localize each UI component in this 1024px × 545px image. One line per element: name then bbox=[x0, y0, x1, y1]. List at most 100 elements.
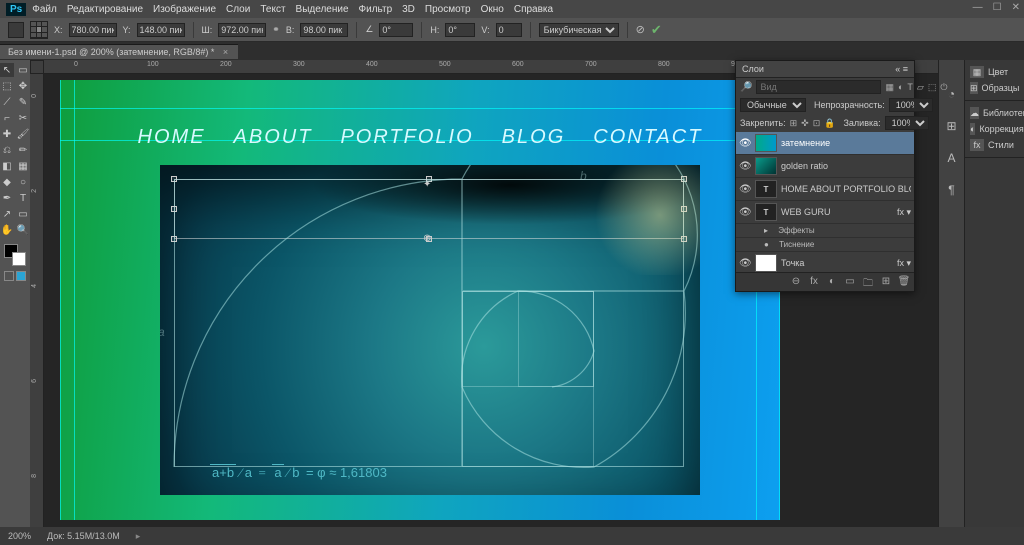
type-tool[interactable]: T bbox=[16, 191, 30, 205]
frame-tool[interactable]: ⌐ bbox=[0, 111, 14, 125]
lock-pixels-icon[interactable]: ⊞ bbox=[790, 117, 798, 130]
layer-mask-icon[interactable]: ◐ bbox=[825, 276, 839, 288]
layer-thumbnail[interactable] bbox=[755, 157, 777, 175]
menu-text[interactable]: Текст bbox=[260, 4, 285, 15]
properties-icon[interactable]: ⊞ bbox=[943, 118, 961, 134]
layer-row[interactable]: 👁 T WEB GURU fx ▾ bbox=[736, 201, 914, 224]
screen-mode[interactable] bbox=[3, 270, 27, 282]
link-wh-icon[interactable]: ⚭ bbox=[272, 24, 280, 35]
menu-help[interactable]: Справка bbox=[514, 4, 553, 15]
slice-tool[interactable]: ✂ bbox=[16, 111, 30, 125]
status-menu-icon[interactable]: ▸ bbox=[136, 531, 141, 542]
new-fill-icon[interactable]: ▭ bbox=[843, 276, 857, 288]
document-tab[interactable]: Без имени-1.psd @ 200% (затемнение, RGB/… bbox=[0, 44, 238, 59]
libraries-panel[interactable]: ☁Библиотеки bbox=[967, 105, 1022, 121]
close-tab-icon[interactable]: × bbox=[223, 47, 228, 57]
lasso-tool[interactable]: ✥ bbox=[16, 79, 30, 93]
menu-file[interactable]: Файл bbox=[32, 4, 57, 15]
color-swatch[interactable] bbox=[4, 244, 26, 266]
menu-window[interactable]: Окно bbox=[481, 4, 504, 15]
eraser-tool[interactable]: ◧ bbox=[0, 159, 14, 173]
panel-collapse-icon[interactable]: « bbox=[895, 64, 900, 74]
angle-field[interactable] bbox=[379, 23, 413, 37]
dodge-tool[interactable]: ○ bbox=[16, 175, 30, 189]
menu-filter[interactable]: Фильтр bbox=[359, 4, 393, 15]
lock-artboard-icon[interactable]: ⊡ bbox=[813, 117, 821, 130]
styles-panel[interactable]: fxСтили bbox=[967, 137, 1022, 153]
artboard-tool[interactable]: ▭ bbox=[16, 63, 30, 77]
layer-name[interactable]: golden ratio bbox=[781, 161, 911, 171]
gradient-tool[interactable]: ▦ bbox=[16, 159, 30, 173]
visibility-icon[interactable]: 👁 bbox=[739, 161, 751, 172]
layer-thumbnail[interactable]: T bbox=[755, 180, 777, 198]
color-panel[interactable]: ▦Цвет bbox=[967, 64, 1022, 80]
h-field[interactable] bbox=[300, 23, 348, 37]
menu-edit[interactable]: Редактирование bbox=[67, 4, 143, 15]
layer-fx-icon[interactable]: fx bbox=[807, 276, 821, 288]
window-minimize-icon[interactable]: — bbox=[973, 2, 983, 13]
blend-mode-select[interactable]: Обычные bbox=[740, 98, 806, 112]
menu-view[interactable]: Просмотр bbox=[425, 4, 471, 15]
layer-thumbnail[interactable]: T bbox=[755, 203, 777, 221]
layers-panel-title[interactable]: Слои bbox=[742, 64, 764, 74]
effect-visibility-icon[interactable]: ● bbox=[764, 240, 769, 249]
visibility-icon[interactable]: 👁 bbox=[739, 258, 751, 269]
reference-point-selector[interactable] bbox=[30, 21, 48, 39]
layer-row[interactable]: 👁 golden ratio bbox=[736, 155, 914, 178]
visibility-icon[interactable]: 👁 bbox=[739, 138, 751, 149]
layer-fx-badge[interactable]: fx ▾ bbox=[897, 258, 911, 269]
new-group-icon[interactable]: 🗀 bbox=[861, 276, 875, 288]
layer-effects-row[interactable]: ▸ Эффекты bbox=[736, 224, 914, 238]
filter-smart-icon[interactable]: ⬚ bbox=[928, 81, 937, 94]
layer-name[interactable]: HOME ABOUT PORTFOLIO BLOG CONTACT bbox=[781, 184, 911, 194]
filter-type-icon[interactable]: T bbox=[907, 81, 913, 94]
skew-h-field[interactable] bbox=[445, 23, 475, 37]
layer-name[interactable]: затемнение bbox=[781, 138, 911, 148]
opacity-select[interactable]: 100% bbox=[889, 98, 933, 112]
crop-tool[interactable]: ⟋ bbox=[0, 95, 14, 109]
history-brush-tool[interactable]: ✏ bbox=[16, 143, 30, 157]
lock-all-icon[interactable]: 🔒 bbox=[824, 117, 835, 130]
menu-layers[interactable]: Слои bbox=[226, 4, 250, 15]
visibility-icon[interactable]: 👁 bbox=[739, 207, 751, 218]
ruler-origin[interactable] bbox=[30, 60, 44, 74]
move-tool[interactable]: ↖ bbox=[0, 63, 14, 77]
x-field[interactable] bbox=[69, 23, 117, 37]
skew-v-field[interactable] bbox=[496, 23, 522, 37]
adjustments-panel[interactable]: ◐Коррекция bbox=[967, 121, 1022, 137]
stamp-tool[interactable]: ⎌ bbox=[0, 143, 14, 157]
layer-thumbnail[interactable] bbox=[755, 254, 777, 272]
paragraph-icon[interactable]: ¶ bbox=[943, 182, 961, 198]
blur-tool[interactable]: ◆ bbox=[0, 175, 14, 189]
shape-tool[interactable]: ▭ bbox=[16, 207, 30, 221]
menu-select[interactable]: Выделение bbox=[296, 4, 349, 15]
y-field[interactable] bbox=[137, 23, 185, 37]
eyedropper-tool[interactable]: ✎ bbox=[16, 95, 30, 109]
window-maximize-icon[interactable]: ☐ bbox=[993, 2, 1002, 13]
layer-name[interactable]: Точка bbox=[781, 258, 893, 268]
path-tool[interactable]: ↗ bbox=[0, 207, 14, 221]
layer-row[interactable]: 👁 затемнение bbox=[736, 132, 914, 155]
marquee-tool[interactable]: ⬚ bbox=[0, 79, 14, 93]
filter-adjust-icon[interactable]: ◐ bbox=[898, 81, 903, 94]
layer-row[interactable]: 👁 Точка fx ▾ bbox=[736, 252, 914, 272]
layer-thumbnail[interactable] bbox=[755, 134, 777, 152]
layer-fx-badge[interactable]: fx ▾ bbox=[897, 207, 911, 218]
caret-icon[interactable]: ▸ bbox=[764, 226, 768, 235]
panel-menu-icon[interactable]: ≡ bbox=[903, 64, 908, 74]
layer-effect-item[interactable]: ● Тиснение bbox=[736, 238, 914, 252]
swatches-panel[interactable]: ⊞Образцы bbox=[967, 80, 1022, 96]
interpolation-select[interactable]: Бикубическая bbox=[539, 23, 619, 37]
window-close-icon[interactable]: ✕ bbox=[1012, 2, 1020, 13]
filter-toggle-icon[interactable]: ⏻ bbox=[940, 81, 947, 94]
commit-transform-icon[interactable]: ✔ bbox=[651, 22, 662, 38]
transform-tool-icon[interactable] bbox=[8, 22, 24, 38]
visibility-icon[interactable]: 👁 bbox=[739, 184, 751, 195]
menu-image[interactable]: Изображение bbox=[153, 4, 216, 15]
zoom-tool[interactable]: 🔍 bbox=[16, 223, 30, 237]
menu-3d[interactable]: 3D bbox=[402, 4, 415, 15]
layer-filter-input[interactable] bbox=[756, 80, 881, 94]
fill-select[interactable]: 100% bbox=[885, 116, 929, 130]
ruler-vertical[interactable]: 02468 bbox=[30, 74, 44, 527]
artboard[interactable]: HOME ABOUT PORTFOLIO BLOG CONTACT ✦ ⊕ bbox=[60, 80, 780, 520]
